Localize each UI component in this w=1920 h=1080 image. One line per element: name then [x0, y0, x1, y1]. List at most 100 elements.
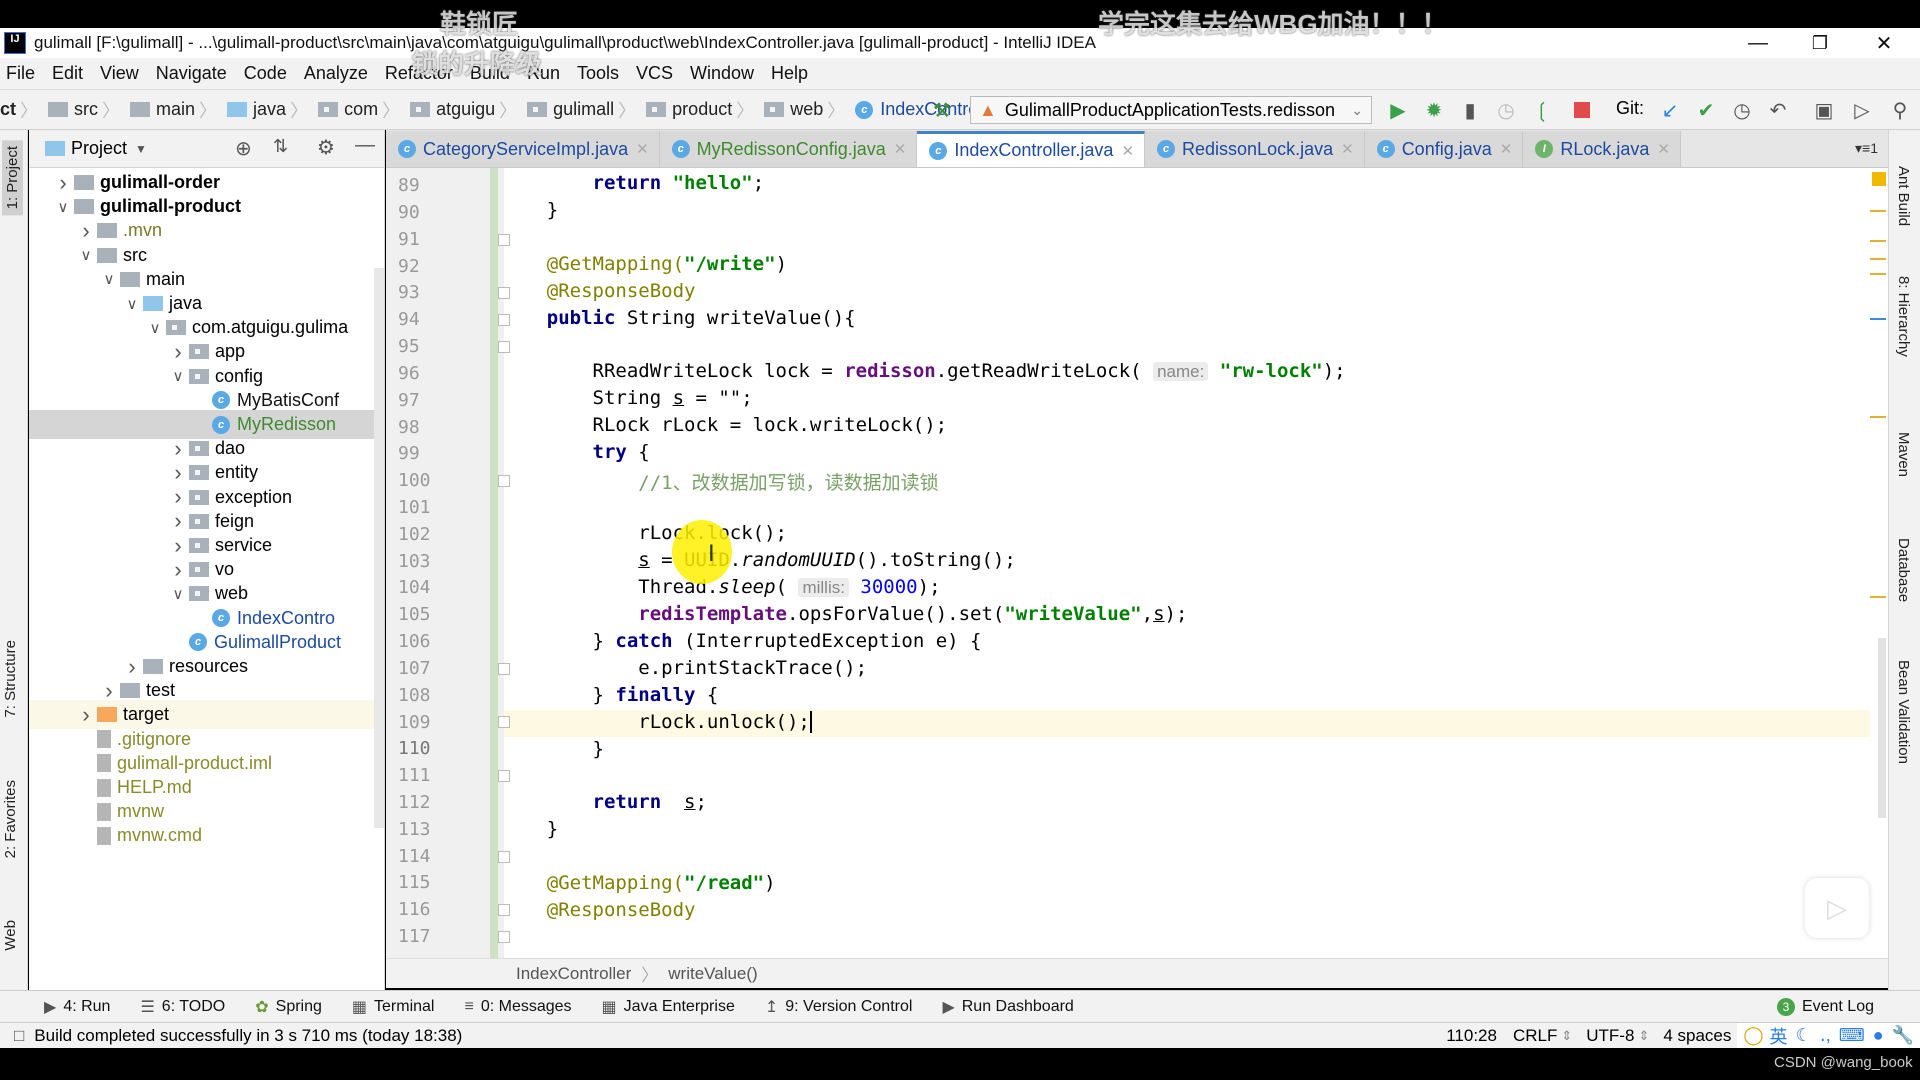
run-anything-icon[interactable]: ▷	[1850, 98, 1874, 122]
caret-position[interactable]: 110:28	[1446, 1026, 1497, 1046]
search-icon[interactable]: ⚲	[1888, 98, 1912, 122]
tab-rlock[interactable]: I RLock.java ✕	[1523, 131, 1681, 167]
code-editor[interactable]: 88 89 90 91 92 93 94 95 96 97 98 99 100 101 102 103 104 1…	[386, 168, 1888, 958]
editor-scrollbar[interactable]	[1878, 638, 1886, 818]
close-button[interactable]: ✕	[1854, 28, 1914, 58]
tool-tab-ant-build[interactable]: Ant Build	[1895, 166, 1912, 226]
tab-myredissonconfig[interactable]: c MyRedissonConfig.java ✕	[659, 131, 918, 167]
tool-tab-messages[interactable]: ≡ 0: Messages	[464, 998, 571, 1016]
menu-view[interactable]: View	[100, 63, 139, 84]
chevron-down-icon[interactable]: ∨	[167, 585, 189, 603]
nav-crumb[interactable]: java 〉	[227, 97, 314, 123]
ime-toolbar[interactable]: ◯ 英 ☾ ․, ⌨ ● 🔧	[1737, 1022, 1920, 1049]
nav-crumb[interactable]: atguigu 〉	[410, 97, 523, 123]
menu-analyze[interactable]: Analyze	[304, 63, 368, 84]
menu-window[interactable]: Window	[690, 63, 754, 84]
minimize-button[interactable]: —	[1728, 28, 1788, 58]
menu-tools[interactable]: Tools	[577, 63, 619, 84]
line-separator[interactable]: CRLF	[1513, 1026, 1557, 1046]
chevron-down-icon[interactable]: ∨	[52, 198, 74, 216]
tool-tab-web[interactable]: Web	[2, 920, 19, 951]
gear-icon[interactable]: ⚙	[317, 135, 335, 160]
tool-tab-todo[interactable]: ☰ 6: TODO	[140, 997, 225, 1017]
chevron-down-icon[interactable]: ∨	[121, 295, 143, 313]
close-tab-icon[interactable]: ✕	[636, 140, 649, 158]
nav-crumb[interactable]: com 〉	[318, 97, 406, 123]
hide-panel-icon[interactable]: —	[355, 134, 375, 157]
toggle-tool-windows-icon[interactable]: □	[14, 1026, 24, 1046]
indent-setting[interactable]: 4 spaces	[1663, 1026, 1731, 1046]
chevron-down-icon[interactable]: ∨	[75, 246, 97, 264]
locate-icon[interactable]: ⊕	[235, 136, 252, 161]
nav-crumb[interactable]: src 〉	[48, 97, 126, 123]
ime-language[interactable]: 英	[1770, 1023, 1788, 1049]
project-structure-icon[interactable]: ▣	[1812, 98, 1836, 122]
tree-node[interactable]: mvnw.cmd	[29, 821, 384, 850]
tab-indexcontroller[interactable]: c IndexController.java ✕	[917, 131, 1146, 167]
fold-marker-icon[interactable]	[498, 770, 510, 783]
profile-icon[interactable]: ◷	[1494, 98, 1518, 122]
run-icon[interactable]: ▶	[1386, 98, 1410, 122]
close-tab-icon[interactable]: ✕	[1500, 140, 1513, 158]
git-commit-icon[interactable]: ✔	[1694, 98, 1718, 122]
run-configuration-select[interactable]: ▲ GulimallProductApplicationTests.rediss…	[970, 96, 1372, 124]
git-history-icon[interactable]: ◷	[1730, 98, 1754, 122]
tool-tab-terminal[interactable]: ▦ Terminal	[352, 997, 435, 1017]
tool-tab-run-dashboard[interactable]: ▶ Run Dashboard	[942, 997, 1073, 1017]
tool-tab-bean-validation[interactable]: Bean Validation	[1895, 660, 1912, 764]
git-update-icon[interactable]: ↙	[1658, 98, 1682, 122]
restore-button[interactable]: ❐	[1790, 28, 1850, 58]
nav-crumb[interactable]: main 〉	[130, 97, 223, 123]
menu-help[interactable]: Help	[771, 63, 808, 84]
tool-tab-maven[interactable]: Maven	[1895, 432, 1912, 477]
tool-tab-spring[interactable]: ✿ Spring	[255, 997, 322, 1017]
git-rollback-icon[interactable]: ↶	[1766, 98, 1790, 122]
tab-redissonlock[interactable]: c RedissonLock.java ✕	[1145, 131, 1365, 167]
chevron-down-icon[interactable]: ∨	[98, 270, 120, 288]
tool-tab-database[interactable]: Database	[1895, 538, 1912, 602]
inspection-status-icon[interactable]	[1872, 172, 1886, 186]
menu-file[interactable]: File	[6, 63, 35, 84]
build-hammer-icon[interactable]: ⚒	[930, 98, 954, 122]
close-tab-icon[interactable]: ✕	[1121, 142, 1134, 160]
project-view-select[interactable]: Project	[71, 138, 127, 159]
tab-overflow-button[interactable]: ▾≡1	[1855, 140, 1878, 157]
tool-tab-java-enterprise[interactable]: ▦ Java Enterprise	[602, 997, 735, 1017]
tool-tab-run[interactable]: ▶ 4: Run	[44, 997, 110, 1017]
fold-marker-icon[interactable]	[498, 930, 510, 943]
tool-tab-favorites[interactable]: 2: Favorites	[2, 780, 19, 858]
tool-tab-hierarchy[interactable]: 8: Hierarchy	[1895, 276, 1912, 357]
nav-crumb[interactable]: gulimall 〉	[527, 97, 642, 123]
tab-categoryserviceimpl[interactable]: c CategoryServiceImpl.java ✕	[386, 131, 660, 167]
close-tab-icon[interactable]: ✕	[894, 140, 907, 158]
tool-tab-project[interactable]: 1: Project	[2, 140, 23, 216]
tool-tab-structure[interactable]: 7: Structure	[2, 640, 19, 718]
fold-marker-icon[interactable]	[498, 233, 510, 246]
chevron-down-icon[interactable]: ∨	[144, 319, 166, 337]
tool-tab-version-control[interactable]: ↥ 9: Version Control	[765, 997, 913, 1017]
nav-crumb[interactable]: product 〉	[646, 97, 760, 123]
close-tab-icon[interactable]: ✕	[1341, 140, 1354, 158]
menu-code[interactable]: Code	[244, 63, 287, 84]
fold-marker-icon[interactable]	[498, 341, 510, 354]
collapse-all-icon[interactable]: ⇅	[273, 136, 288, 157]
breadcrumb-class[interactable]: IndexController	[516, 964, 631, 984]
menu-vcs[interactable]: VCS	[636, 63, 673, 84]
breadcrumb-method[interactable]: writeValue()	[668, 964, 757, 984]
coverage-icon[interactable]: ▮	[1458, 98, 1482, 122]
menu-navigate[interactable]: Navigate	[156, 63, 227, 84]
chevron-down-icon[interactable]: ∨	[167, 367, 189, 385]
stop-icon[interactable]	[1570, 98, 1594, 122]
nav-crumb[interactable]: web 〉	[764, 97, 851, 123]
close-tab-icon[interactable]: ✕	[1657, 140, 1670, 158]
project-scrollbar[interactable]	[374, 268, 384, 828]
event-log-button[interactable]: 3 Event Log	[1776, 997, 1874, 1016]
nav-crumb[interactable]: ct 〉	[0, 97, 44, 123]
fold-marker-icon[interactable]	[498, 850, 510, 863]
error-stripe[interactable]	[1870, 168, 1888, 958]
attach-debugger-icon[interactable]: ❲	[1530, 98, 1554, 122]
tab-config[interactable]: c Config.java ✕	[1364, 131, 1524, 167]
debug-icon[interactable]: ✹	[1422, 98, 1446, 122]
menu-edit[interactable]: Edit	[52, 63, 83, 84]
file-encoding[interactable]: UTF-8	[1586, 1026, 1634, 1046]
